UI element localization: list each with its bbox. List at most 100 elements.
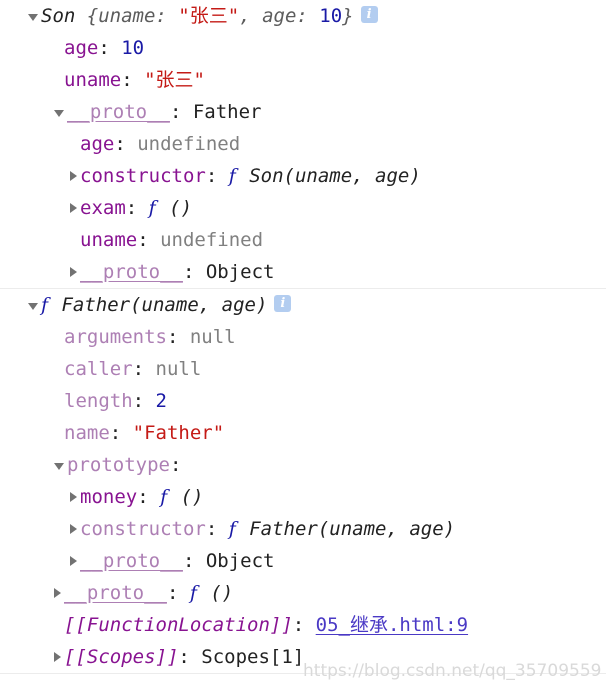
console-row[interactable]: exam: f () [0,192,606,224]
property-name: uname [64,69,122,91]
property-name: arguments [64,326,167,348]
console-row[interactable]: __proto__: Object [0,256,606,288]
value-token: f [189,582,197,604]
console-row[interactable]: f Father(uname, age) i [0,289,606,321]
spacer-icon [70,235,77,245]
spacer-icon [54,75,61,85]
property-name: age [64,37,99,59]
devtools-console-output: Son {uname: "张三", age: 10} i age: 10 uname:… [0,0,606,681]
triangle-right-icon[interactable] [54,587,61,598]
value-token: : [109,422,133,444]
property-name: constructor [80,518,206,540]
spacer-icon [54,364,61,374]
console-groups: Son {uname: "张三", age: 10} i age: 10 uname:… [0,0,606,674]
value-token: Father [192,101,262,123]
spacer-icon [54,43,61,53]
console-row[interactable]: constructor: f Son(uname, age) [0,160,606,192]
value-token: {uname: [86,5,179,27]
father-function-group: f Father(uname, age) i arguments: null call… [0,288,606,674]
proto-property-name[interactable]: __proto__ [67,101,170,123]
value-token: : [169,101,193,123]
value-token: 10 [319,5,343,27]
value-token: 2 [155,390,167,412]
spacer-icon [54,620,61,630]
triangle-right-icon[interactable] [70,491,77,502]
value-token: : [166,582,190,604]
value-token: : [205,518,229,540]
console-row[interactable]: __proto__: f () [0,577,606,609]
console-row[interactable]: [[FunctionLocation]]: 05_继承.html:9 [0,609,606,641]
son-object-group: Son {uname: "张三", age: 10} i age: 10 uname:… [0,0,606,288]
console-row[interactable]: __proto__: Father [0,96,606,128]
console-row[interactable]: prototype: [0,449,606,481]
value-token: : [182,261,206,283]
console-row[interactable]: constructor: f Father(uname, age) [0,513,606,545]
property-name: uname [80,229,138,251]
console-row[interactable]: uname: "张三" [0,64,606,96]
value-token: "Father" [132,422,225,444]
value-token: f [228,518,236,540]
value-token: null [155,358,202,380]
value-token: f [228,165,236,187]
value-token: undefined [137,133,241,155]
triangle-right-icon[interactable] [54,651,61,662]
value-token: f [41,294,49,316]
console-row[interactable]: caller: null [0,353,606,385]
value-token: : [121,69,145,91]
console-row[interactable]: [[Scopes]]: Scopes[1] [0,641,606,673]
value-token: null [189,326,236,348]
value-token: Son [41,5,76,27]
value-token: Scopes[1] [201,646,305,668]
info-icon[interactable]: i [274,295,292,312]
property-name: age [80,133,115,155]
internal-property-name: [[Scopes]] [64,646,179,668]
triangle-right-icon[interactable] [70,170,77,181]
triangle-right-icon[interactable] [70,555,77,566]
triangle-down-icon[interactable] [54,110,64,117]
console-row[interactable]: arguments: null [0,321,606,353]
proto-property-name[interactable]: __proto__ [64,582,167,604]
value-token: () [198,582,234,604]
triangle-right-icon[interactable] [70,202,77,213]
console-row[interactable]: age: 10 [0,32,606,64]
value-token: : [292,614,316,636]
value-token: () [157,197,193,219]
console-row[interactable]: age: undefined [0,128,606,160]
internal-property-name: [[FunctionLocation]] [64,614,293,636]
info-icon[interactable]: i [360,6,378,23]
value-token: : [132,390,156,412]
value-token: } [342,5,354,27]
value-token: : [169,454,182,476]
triangle-down-icon[interactable] [54,463,64,470]
value-token: : [114,133,138,155]
console-row[interactable]: Son {uname: "张三", age: 10} i [0,0,606,32]
value-token: , age: [239,5,320,27]
property-name: exam [80,197,126,219]
proto-property-name[interactable]: __proto__ [80,550,183,572]
triangle-down-icon[interactable] [28,303,38,310]
value-token: : [125,197,149,219]
console-row[interactable]: name: "Father" [0,417,606,449]
spacer-icon [54,332,61,342]
value-token: Object [205,550,275,572]
proto-property-name[interactable]: __proto__ [80,261,183,283]
value-token: f [148,197,156,219]
property-name: name [64,422,110,444]
value-token: : [182,550,206,572]
value-token: undefined [160,229,264,251]
source-link[interactable]: 05_继承.html:9 [316,614,468,636]
console-row[interactable]: money: f () [0,481,606,513]
triangle-right-icon[interactable] [70,266,77,277]
value-token: : [137,486,161,508]
value-token: "张三" [144,69,205,91]
property-name: constructor [80,165,206,187]
value-token: () [169,486,204,508]
console-row[interactable]: __proto__: Object [0,545,606,577]
value-token: : [132,358,156,380]
console-row[interactable]: length: 2 [0,385,606,417]
console-row[interactable]: uname: undefined [0,224,606,256]
property-name: caller [64,358,133,380]
value-token: 10 [121,37,145,59]
triangle-down-icon[interactable] [28,14,38,21]
triangle-right-icon[interactable] [70,523,77,534]
